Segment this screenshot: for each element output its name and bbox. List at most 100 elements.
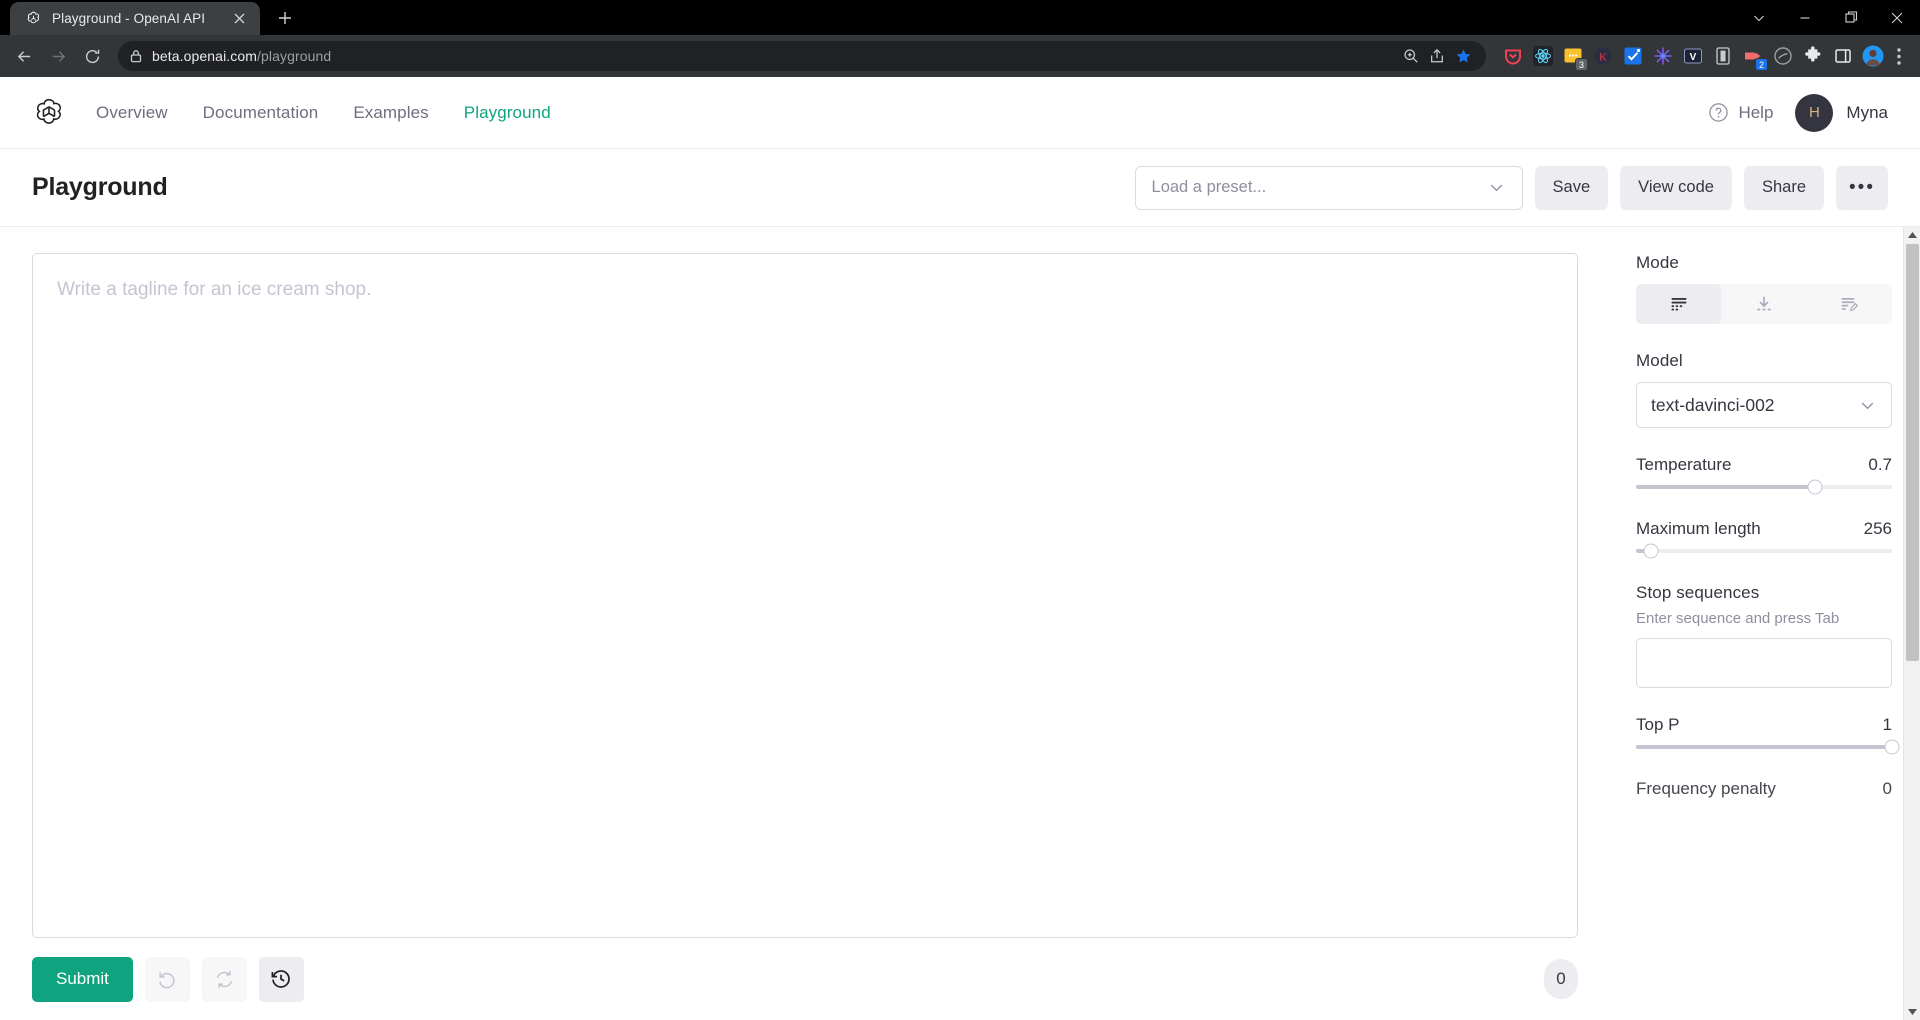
- stop-sequences-label: Stop sequences: [1636, 583, 1892, 603]
- browser-tab[interactable]: Playground - OpenAI API: [10, 2, 260, 35]
- omnibox-actions: [1403, 48, 1474, 65]
- nav-link-overview[interactable]: Overview: [96, 103, 168, 123]
- scrollbar-thumb[interactable]: [1906, 244, 1919, 661]
- window-controls: [1736, 0, 1920, 35]
- complete-mode-button[interactable]: [1636, 284, 1721, 324]
- kebab-menu-icon[interactable]: [1886, 48, 1912, 65]
- new-tab-button[interactable]: [268, 3, 302, 33]
- minimize-icon[interactable]: [1782, 0, 1828, 35]
- translate-extension[interactable]: 2: [1742, 45, 1764, 67]
- submit-button[interactable]: Submit: [32, 957, 133, 1002]
- prompt-input[interactable]: Write a tagline for an ice cream shop.: [32, 253, 1578, 938]
- editor-column: Write a tagline for an ice cream shop. S…: [0, 227, 1610, 1020]
- temperature-slider[interactable]: [1636, 485, 1892, 489]
- maximum-length-slider[interactable]: [1636, 549, 1892, 553]
- app-navbar: Overview Documentation Examples Playgrou…: [0, 77, 1920, 149]
- adblock-extension[interactable]: [1772, 45, 1794, 67]
- svg-text:K: K: [1599, 51, 1607, 63]
- sunburst-extension[interactable]: [1652, 45, 1674, 67]
- mobile-view-extension[interactable]: [1712, 45, 1734, 67]
- frequency-penalty-label: Frequency penalty: [1636, 779, 1776, 799]
- settings-sidebar: Mode: [1610, 227, 1920, 1020]
- history-clock-icon: [270, 968, 292, 990]
- edit-pencil-lines-icon: [1839, 294, 1859, 314]
- maximum-length-label: Maximum length: [1636, 519, 1761, 539]
- react-devtools-extension[interactable]: [1532, 45, 1554, 67]
- puzzle-extensions-icon[interactable]: [1802, 45, 1824, 67]
- extension-badge: 3: [1575, 58, 1588, 71]
- svg-text:V: V: [1690, 52, 1697, 63]
- pocket-extension[interactable]: [1502, 45, 1524, 67]
- edit-mode-button[interactable]: [1807, 284, 1892, 324]
- page-header: Playground Load a preset... Save View co…: [0, 149, 1920, 227]
- tab-title: Playground - OpenAI API: [52, 11, 218, 26]
- checkmark-extension[interactable]: [1622, 45, 1644, 67]
- nav-right: Help H Myna: [1708, 94, 1888, 132]
- preset-select[interactable]: Load a preset...: [1135, 166, 1523, 210]
- openai-logo-icon[interactable]: [32, 96, 66, 130]
- scrollbar-track[interactable]: [1904, 244, 1920, 1003]
- vimium-extension[interactable]: V: [1682, 45, 1704, 67]
- avatar: H: [1795, 94, 1833, 132]
- user-name: Myna: [1846, 103, 1888, 123]
- editor-footer: Submit: [32, 938, 1578, 1020]
- notes-extension[interactable]: 3: [1562, 45, 1584, 67]
- nav-link-documentation[interactable]: Documentation: [203, 103, 319, 123]
- question-circle-icon: [1708, 102, 1729, 123]
- stop-sequences-input[interactable]: [1636, 638, 1892, 688]
- top-p-value: 1: [1883, 715, 1892, 735]
- top-p-row: Top P 1: [1636, 715, 1892, 735]
- insert-download-icon: [1754, 294, 1774, 314]
- slider-thumb[interactable]: [1885, 740, 1900, 755]
- regenerate-button[interactable]: [202, 957, 247, 1002]
- mode-label: Mode: [1636, 253, 1892, 273]
- history-button[interactable]: [259, 957, 304, 1002]
- scroll-down-arrow-icon[interactable]: [1904, 1003, 1920, 1020]
- back-arrow-icon[interactable]: [8, 40, 40, 72]
- url-path: /playground: [257, 48, 331, 64]
- profile-avatar-icon[interactable]: [1862, 45, 1884, 67]
- complete-lines-icon: [1669, 294, 1689, 314]
- model-label: Model: [1636, 351, 1892, 371]
- page-scrollbar[interactable]: [1903, 227, 1920, 1020]
- page-title: Playground: [32, 173, 168, 202]
- token-count-badge: 0: [1544, 959, 1578, 999]
- insert-mode-button[interactable]: [1721, 284, 1806, 324]
- more-options-button[interactable]: •••: [1836, 166, 1888, 210]
- kite-extension[interactable]: K: [1592, 45, 1614, 67]
- save-button[interactable]: Save: [1535, 166, 1609, 210]
- chevron-down-icon[interactable]: [1736, 0, 1782, 35]
- slider-thumb[interactable]: [1644, 544, 1659, 559]
- undo-button[interactable]: [145, 957, 190, 1002]
- chevron-down-icon: [1858, 396, 1877, 415]
- scroll-up-arrow-icon[interactable]: [1904, 227, 1920, 244]
- view-code-button[interactable]: View code: [1620, 166, 1732, 210]
- tab-close-icon[interactable]: [228, 8, 250, 30]
- top-p-slider[interactable]: [1636, 745, 1892, 749]
- url-domain: beta.openai.com: [152, 48, 257, 64]
- share-icon[interactable]: [1429, 48, 1445, 64]
- model-value: text-davinci-002: [1651, 395, 1775, 416]
- top-p-label: Top P: [1636, 715, 1679, 735]
- openai-logo-icon: [24, 10, 42, 28]
- frequency-penalty-value: 0: [1883, 779, 1892, 799]
- bookmark-star-icon[interactable]: [1455, 48, 1472, 65]
- user-menu[interactable]: H Myna: [1795, 94, 1888, 132]
- temperature-value: 0.7: [1868, 455, 1892, 475]
- nav-link-examples[interactable]: Examples: [353, 103, 428, 123]
- close-icon[interactable]: [1874, 0, 1920, 35]
- undo-arrow-icon: [157, 969, 178, 990]
- share-button[interactable]: Share: [1744, 166, 1824, 210]
- address-bar[interactable]: beta.openai.com/playground: [118, 41, 1486, 71]
- forward-arrow-icon[interactable]: [42, 40, 74, 72]
- nav-link-playground[interactable]: Playground: [464, 103, 551, 123]
- model-select[interactable]: text-davinci-002: [1636, 382, 1892, 428]
- side-panel-icon[interactable]: [1832, 45, 1854, 67]
- reload-icon[interactable]: [76, 40, 108, 72]
- slider-thumb[interactable]: [1808, 480, 1823, 495]
- tab-strip: Playground - OpenAI API: [0, 0, 302, 35]
- maximize-icon[interactable]: [1828, 0, 1874, 35]
- help-button[interactable]: Help: [1708, 102, 1773, 123]
- lock-icon: [130, 49, 142, 63]
- zoom-search-icon[interactable]: [1403, 48, 1419, 64]
